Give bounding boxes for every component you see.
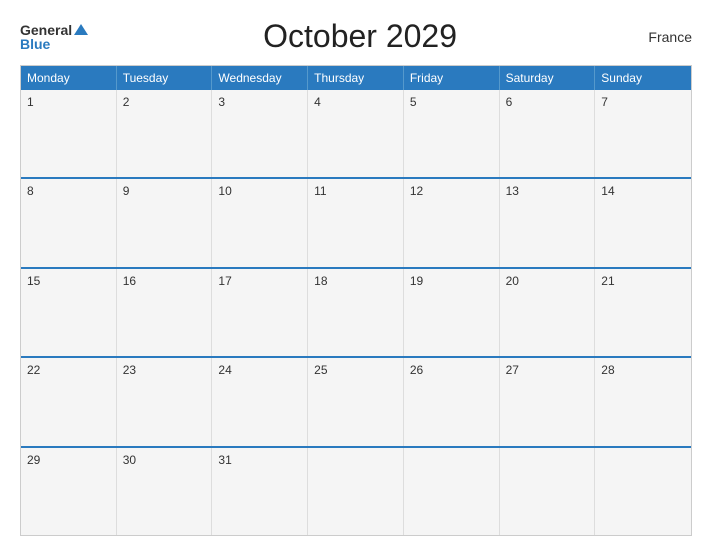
day-header-wednesday: Wednesday [212, 66, 308, 90]
day-number: 28 [601, 363, 614, 377]
day-cell: 21 [595, 269, 691, 356]
day-cell: 11 [308, 179, 404, 266]
day-number: 21 [601, 274, 614, 288]
day-cell [595, 448, 691, 535]
day-number: 8 [27, 184, 34, 198]
day-header-thursday: Thursday [308, 66, 404, 90]
day-cell: 14 [595, 179, 691, 266]
day-number: 2 [123, 95, 130, 109]
day-cell: 27 [500, 358, 596, 445]
day-header-sunday: Sunday [595, 66, 691, 90]
day-number: 6 [506, 95, 513, 109]
day-number: 27 [506, 363, 519, 377]
day-number: 11 [314, 184, 326, 198]
day-cell: 17 [212, 269, 308, 356]
calendar-page: General Blue October 2029 France MondayT… [0, 0, 712, 550]
country-label: France [632, 29, 692, 45]
day-cell: 3 [212, 90, 308, 177]
day-number: 13 [506, 184, 519, 198]
day-cell: 9 [117, 179, 213, 266]
day-number: 19 [410, 274, 423, 288]
day-number: 20 [506, 274, 519, 288]
day-number: 10 [218, 184, 231, 198]
day-cell: 12 [404, 179, 500, 266]
day-number: 29 [27, 453, 40, 467]
day-number: 7 [601, 95, 608, 109]
day-cell: 7 [595, 90, 691, 177]
calendar-grid: MondayTuesdayWednesdayThursdayFridaySatu… [20, 65, 692, 536]
week-row-4: 22 23 24 25 26 27 28 [21, 356, 691, 445]
day-cell [404, 448, 500, 535]
day-number: 5 [410, 95, 417, 109]
logo-triangle-icon [74, 24, 88, 35]
day-headers-row: MondayTuesdayWednesdayThursdayFridaySatu… [21, 66, 691, 90]
day-cell: 18 [308, 269, 404, 356]
day-number: 22 [27, 363, 40, 377]
day-cell: 25 [308, 358, 404, 445]
day-number: 4 [314, 95, 321, 109]
week-row-1: 1 2 3 4 5 6 7 [21, 90, 691, 177]
week-row-2: 8 9 10 11 12 13 14 [21, 177, 691, 266]
day-number: 31 [218, 453, 231, 467]
day-number: 30 [123, 453, 136, 467]
day-cell: 5 [404, 90, 500, 177]
week-row-3: 15 16 17 18 19 20 21 [21, 267, 691, 356]
day-cell: 23 [117, 358, 213, 445]
day-header-saturday: Saturday [500, 66, 596, 90]
day-cell: 10 [212, 179, 308, 266]
day-cell: 13 [500, 179, 596, 266]
day-number: 23 [123, 363, 136, 377]
day-number: 1 [27, 95, 34, 109]
day-number: 14 [601, 184, 614, 198]
page-header: General Blue October 2029 France [20, 18, 692, 55]
day-header-friday: Friday [404, 66, 500, 90]
day-cell: 6 [500, 90, 596, 177]
day-cell: 22 [21, 358, 117, 445]
day-header-monday: Monday [21, 66, 117, 90]
calendar-weeks: 1234567891011121314151617181920212223242… [21, 90, 691, 535]
day-number: 24 [218, 363, 231, 377]
day-cell: 15 [21, 269, 117, 356]
day-cell: 31 [212, 448, 308, 535]
logo-blue-text: Blue [20, 37, 50, 51]
week-row-5: 29 30 31 [21, 446, 691, 535]
day-number: 3 [218, 95, 225, 109]
day-number: 12 [410, 184, 423, 198]
day-cell: 28 [595, 358, 691, 445]
day-cell: 26 [404, 358, 500, 445]
day-cell [500, 448, 596, 535]
day-cell: 8 [21, 179, 117, 266]
day-cell: 4 [308, 90, 404, 177]
day-cell: 2 [117, 90, 213, 177]
day-cell [308, 448, 404, 535]
day-cell: 1 [21, 90, 117, 177]
day-number: 15 [27, 274, 40, 288]
day-cell: 30 [117, 448, 213, 535]
day-cell: 16 [117, 269, 213, 356]
day-header-tuesday: Tuesday [117, 66, 213, 90]
day-number: 16 [123, 274, 136, 288]
day-number: 17 [218, 274, 231, 288]
day-cell: 20 [500, 269, 596, 356]
day-cell: 24 [212, 358, 308, 445]
day-cell: 19 [404, 269, 500, 356]
day-number: 18 [314, 274, 327, 288]
logo-general-text: General [20, 23, 72, 37]
logo: General Blue [20, 23, 88, 51]
day-number: 9 [123, 184, 130, 198]
calendar-title: October 2029 [88, 18, 632, 55]
day-number: 25 [314, 363, 327, 377]
day-cell: 29 [21, 448, 117, 535]
day-number: 26 [410, 363, 423, 377]
